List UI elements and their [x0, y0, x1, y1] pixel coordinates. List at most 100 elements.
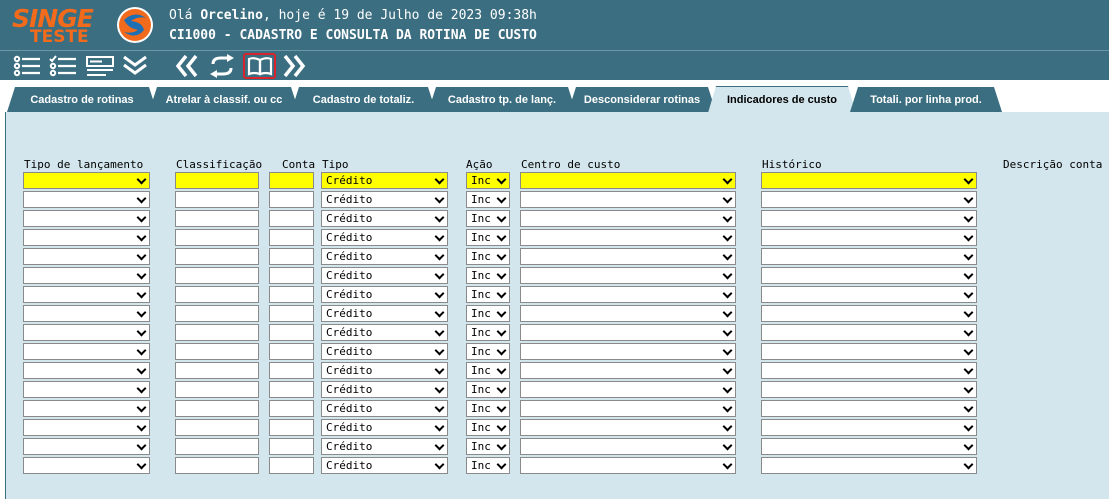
classificacao-input[interactable]: [175, 267, 259, 284]
historico-select[interactable]: [761, 305, 977, 322]
centro-custo-select[interactable]: [520, 438, 736, 455]
classificacao-input[interactable]: [175, 191, 259, 208]
tipo-select[interactable]: Crédito: [321, 381, 448, 398]
tipo-lancamento-select[interactable]: [23, 343, 150, 360]
acao-select[interactable]: Inc: [466, 229, 510, 246]
conta-input[interactable]: [269, 324, 314, 341]
acao-select[interactable]: Inc: [466, 400, 510, 417]
classificacao-input[interactable]: [175, 419, 259, 436]
tab-totali-linha-prod[interactable]: Totali. por linha prod.: [850, 87, 1002, 112]
acao-select[interactable]: Inc: [466, 248, 510, 265]
centro-custo-select[interactable]: [520, 305, 736, 322]
tipo-select[interactable]: Crédito: [321, 400, 448, 417]
conta-input[interactable]: [269, 210, 314, 227]
tipo-select[interactable]: Crédito: [321, 248, 448, 265]
acao-select[interactable]: Inc: [466, 324, 510, 341]
tipo-select[interactable]: Crédito: [321, 362, 448, 379]
centro-custo-select[interactable]: [520, 400, 736, 417]
acao-select[interactable]: Inc: [466, 438, 510, 455]
centro-custo-select[interactable]: [520, 324, 736, 341]
tipo-lancamento-select[interactable]: [23, 457, 150, 474]
conta-input[interactable]: [269, 172, 314, 189]
historico-select[interactable]: [761, 267, 977, 284]
tipo-select[interactable]: Crédito: [321, 324, 448, 341]
classificacao-input[interactable]: [175, 438, 259, 455]
tipo-select[interactable]: Crédito: [321, 191, 448, 208]
centro-custo-select[interactable]: [520, 457, 736, 474]
historico-select[interactable]: [761, 419, 977, 436]
tipo-select[interactable]: Crédito: [321, 457, 448, 474]
conta-input[interactable]: [269, 362, 314, 379]
conta-input[interactable]: [269, 267, 314, 284]
tab-cadastro-totaliz[interactable]: Cadastro de totaliz.: [291, 87, 436, 112]
centro-custo-select[interactable]: [520, 210, 736, 227]
tipo-lancamento-select[interactable]: [23, 438, 150, 455]
previous-button[interactable]: [172, 53, 202, 79]
refresh-button[interactable]: [207, 53, 237, 79]
conta-input[interactable]: [269, 400, 314, 417]
tipo-select[interactable]: Crédito: [321, 438, 448, 455]
list-button[interactable]: [12, 53, 42, 79]
tab-atrelar-classif[interactable]: Atrelar à classif. ou cc: [149, 87, 299, 112]
acao-select[interactable]: Inc: [466, 457, 510, 474]
conta-input[interactable]: [269, 457, 314, 474]
historico-select[interactable]: [761, 172, 977, 189]
tipo-lancamento-select[interactable]: [23, 324, 150, 341]
classificacao-input[interactable]: [175, 400, 259, 417]
conta-input[interactable]: [269, 286, 314, 303]
conta-input[interactable]: [269, 381, 314, 398]
acao-select[interactable]: Inc: [466, 172, 510, 189]
tipo-select[interactable]: Crédito: [321, 305, 448, 322]
acao-select[interactable]: Inc: [466, 362, 510, 379]
tipo-lancamento-select[interactable]: [23, 286, 150, 303]
centro-custo-select[interactable]: [520, 172, 736, 189]
tipo-lancamento-select[interactable]: [23, 191, 150, 208]
expand-down-button[interactable]: [120, 53, 150, 79]
tipo-select[interactable]: Crédito: [321, 343, 448, 360]
next-button[interactable]: [279, 53, 309, 79]
classificacao-input[interactable]: [175, 305, 259, 322]
book-button[interactable]: [243, 53, 276, 79]
centro-custo-select[interactable]: [520, 248, 736, 265]
tipo-select[interactable]: Crédito: [321, 267, 448, 284]
tipo-lancamento-select[interactable]: [23, 229, 150, 246]
acao-select[interactable]: Inc: [466, 191, 510, 208]
historico-select[interactable]: [761, 362, 977, 379]
centro-custo-select[interactable]: [520, 229, 736, 246]
classificacao-input[interactable]: [175, 229, 259, 246]
centro-custo-select[interactable]: [520, 191, 736, 208]
tipo-lancamento-select[interactable]: [23, 381, 150, 398]
tab-desconsiderar-rotinas[interactable]: Desconsiderar rotinas: [568, 87, 716, 112]
acao-select[interactable]: Inc: [466, 419, 510, 436]
tab-indicadores-custo[interactable]: Indicadores de custo: [708, 86, 856, 113]
historico-select[interactable]: [761, 191, 977, 208]
conta-input[interactable]: [269, 229, 314, 246]
conta-input[interactable]: [269, 191, 314, 208]
conta-input[interactable]: [269, 438, 314, 455]
tipo-lancamento-select[interactable]: [23, 305, 150, 322]
historico-select[interactable]: [761, 210, 977, 227]
historico-select[interactable]: [761, 381, 977, 398]
tipo-lancamento-select[interactable]: [23, 248, 150, 265]
tab-cadastro-tp-lanc[interactable]: Cadastro tp. de lanç.: [428, 87, 576, 112]
classificacao-input[interactable]: [175, 172, 259, 189]
classificacao-input[interactable]: [175, 457, 259, 474]
acao-select[interactable]: Inc: [466, 286, 510, 303]
historico-select[interactable]: [761, 400, 977, 417]
centro-custo-select[interactable]: [520, 381, 736, 398]
classificacao-input[interactable]: [175, 324, 259, 341]
historico-select[interactable]: [761, 229, 977, 246]
centro-custo-select[interactable]: [520, 362, 736, 379]
tipo-select[interactable]: Crédito: [321, 419, 448, 436]
conta-input[interactable]: [269, 305, 314, 322]
historico-select[interactable]: [761, 438, 977, 455]
tipo-lancamento-select[interactable]: [23, 172, 150, 189]
centro-custo-select[interactable]: [520, 267, 736, 284]
tipo-lancamento-select[interactable]: [23, 419, 150, 436]
tipo-select[interactable]: Crédito: [321, 229, 448, 246]
historico-select[interactable]: [761, 286, 977, 303]
tipo-lancamento-select[interactable]: [23, 400, 150, 417]
acao-select[interactable]: Inc: [466, 267, 510, 284]
classificacao-input[interactable]: [175, 381, 259, 398]
historico-select[interactable]: [761, 343, 977, 360]
